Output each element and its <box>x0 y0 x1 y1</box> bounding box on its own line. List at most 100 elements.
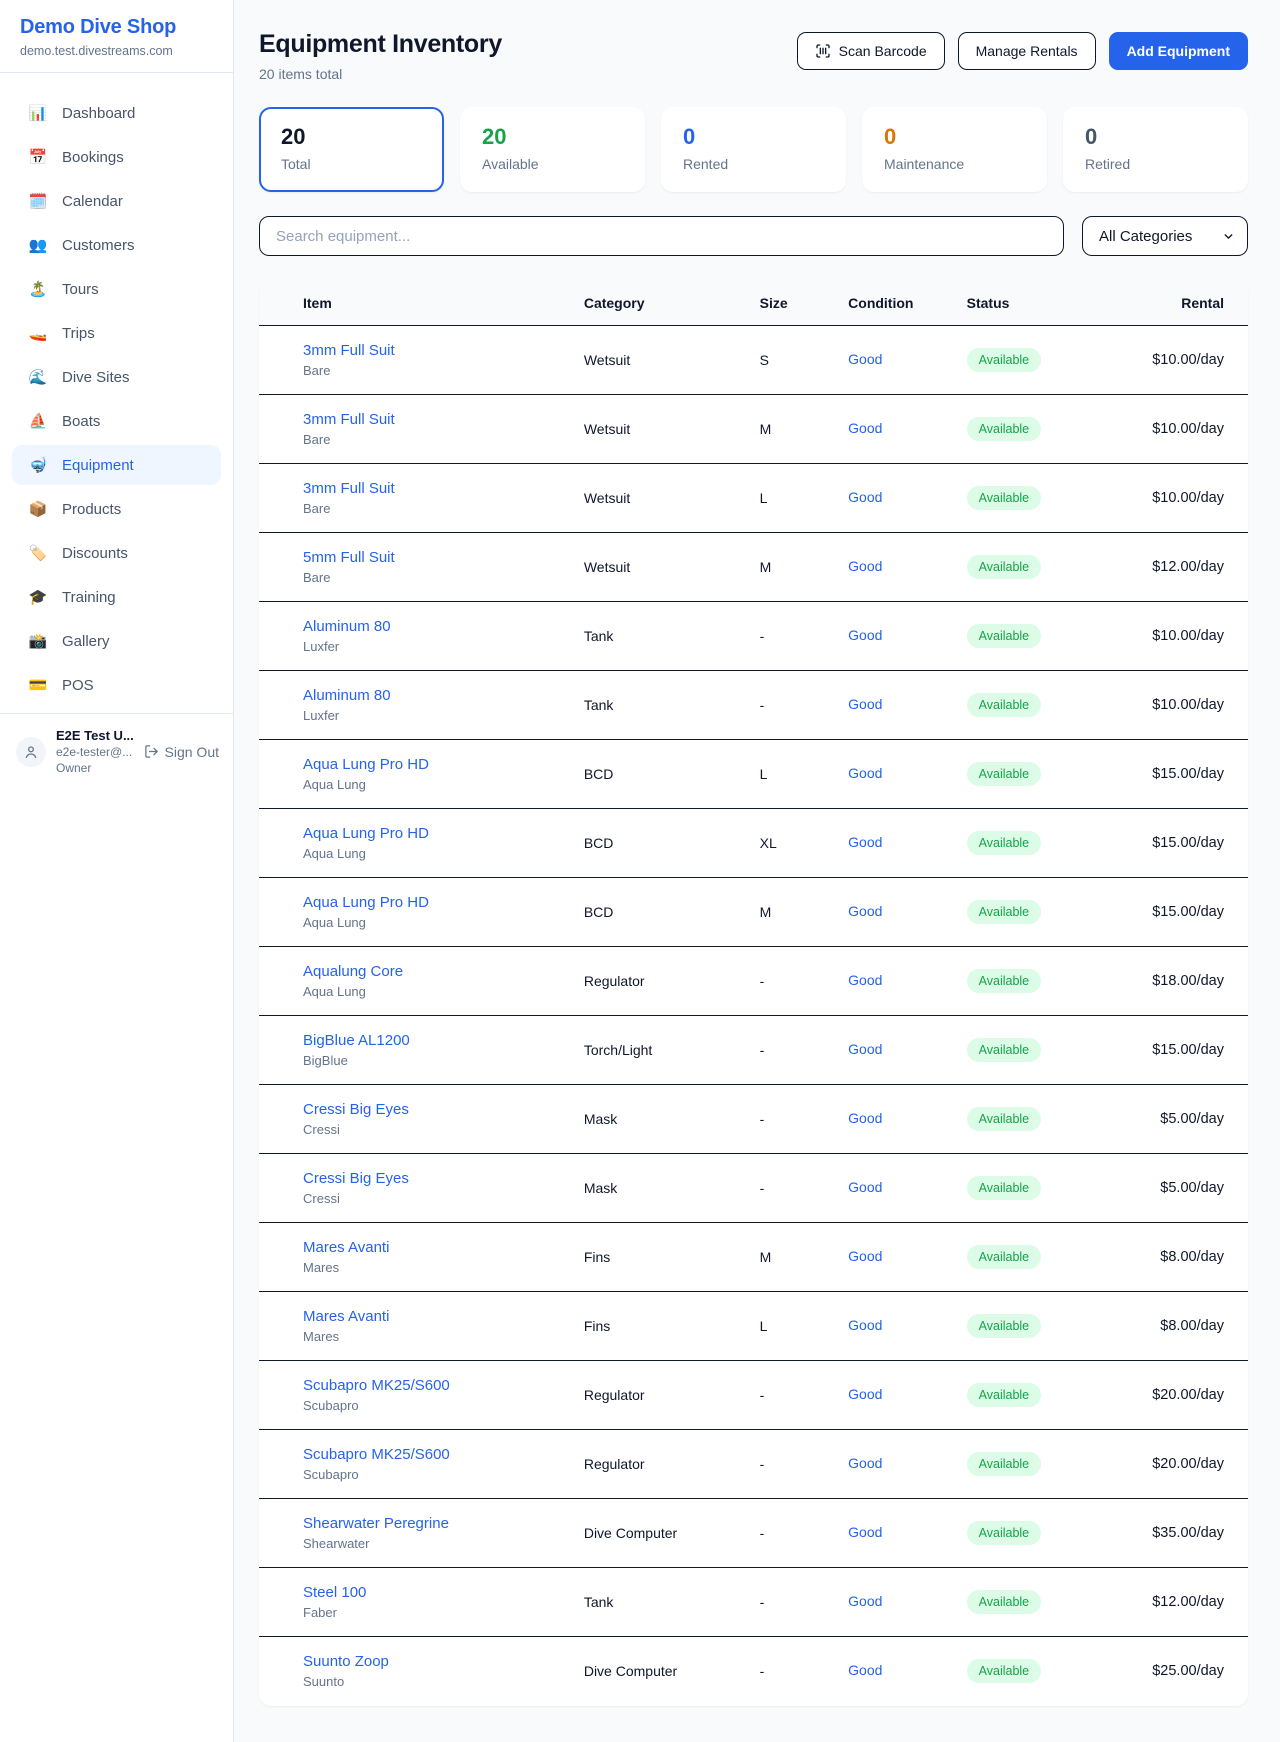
sidebar-item[interactable]: 📦 Products <box>12 489 221 529</box>
sidebar-item[interactable]: 📊 Dashboard <box>12 93 221 133</box>
size-cell: - <box>736 671 825 740</box>
equipment-item-link[interactable]: Aluminum 80 <box>303 687 536 704</box>
sidebar-item[interactable]: ⛵ Boats <box>12 401 221 441</box>
condition-link[interactable]: Good <box>848 1110 882 1126</box>
condition-link[interactable]: Good <box>848 1248 882 1264</box>
stat-card[interactable]: 0 Retired <box>1063 107 1248 192</box>
condition-link[interactable]: Good <box>848 1455 882 1471</box>
manage-rentals-button[interactable]: Manage Rentals <box>958 32 1096 70</box>
sidebar-item[interactable]: 🎓 Training <box>12 577 221 617</box>
condition-link[interactable]: Good <box>848 351 882 367</box>
search-input[interactable] <box>259 216 1064 256</box>
equipment-item-link[interactable]: Aqua Lung Pro HD <box>303 894 536 911</box>
stat-label: Total <box>281 156 422 172</box>
condition-link[interactable]: Good <box>848 1593 882 1609</box>
equipment-item-link[interactable]: Mares Avanti <box>303 1239 536 1256</box>
equipment-item-link[interactable]: BigBlue AL1200 <box>303 1032 536 1049</box>
sidebar-item[interactable]: 🏝️ Tours <box>12 269 221 309</box>
equipment-item-link[interactable]: Scubapro MK25/S600 <box>303 1377 536 1394</box>
stat-card[interactable]: 0 Rented <box>661 107 846 192</box>
logout-icon <box>144 744 159 759</box>
equipment-item-link[interactable]: 5mm Full Suit <box>303 549 536 566</box>
condition-link[interactable]: Good <box>848 489 882 505</box>
equipment-item-link[interactable]: Suunto Zoop <box>303 1653 536 1670</box>
category-cell: Wetsuit <box>560 533 736 602</box>
category-select[interactable]: All Categories <box>1082 216 1248 256</box>
size-cell: - <box>736 1637 825 1706</box>
condition-link[interactable]: Good <box>848 558 882 574</box>
sidebar-item[interactable]: 🚤 Trips <box>12 313 221 353</box>
condition-link[interactable]: Good <box>848 1524 882 1540</box>
sidebar-item[interactable]: 🌊 Dive Sites <box>12 357 221 397</box>
condition-link[interactable]: Good <box>848 420 882 436</box>
status-badge: Available <box>967 1038 1042 1062</box>
equipment-item-link[interactable]: Steel 100 <box>303 1584 536 1601</box>
equipment-item-link[interactable]: 3mm Full Suit <box>303 411 536 428</box>
sidebar-item[interactable]: 🏷️ Discounts <box>12 533 221 573</box>
equipment-brand: Luxfer <box>303 708 536 723</box>
equipment-item-link[interactable]: Mares Avanti <box>303 1308 536 1325</box>
equipment-item-link[interactable]: Shearwater Peregrine <box>303 1515 536 1532</box>
boats-sailboat-icon: ⛵ <box>28 412 48 430</box>
equipment-brand: Mares <box>303 1260 536 1275</box>
condition-link[interactable]: Good <box>848 1179 882 1195</box>
condition-link[interactable]: Good <box>848 1317 882 1333</box>
calendar-icon: 🗓️ <box>28 192 48 210</box>
equipment-item-link[interactable]: Scubapro MK25/S600 <box>303 1446 536 1463</box>
stat-value: 20 <box>482 125 623 149</box>
status-badge: Available <box>967 624 1042 648</box>
condition-link[interactable]: Good <box>848 1041 882 1057</box>
sidebar-item[interactable]: 📸 Gallery <box>12 621 221 661</box>
header-actions: Scan Barcode Manage Rentals Add Equipmen… <box>797 30 1248 70</box>
sign-out-button[interactable]: Sign Out <box>144 744 219 760</box>
status-badge: Available <box>967 1314 1042 1338</box>
category-cell: BCD <box>560 740 736 809</box>
condition-link[interactable]: Good <box>848 972 882 988</box>
equipment-item-link[interactable]: Cressi Big Eyes <box>303 1170 536 1187</box>
category-cell: Torch/Light <box>560 1016 736 1085</box>
condition-link[interactable]: Good <box>848 1662 882 1678</box>
table-row: Aqua Lung Pro HD Aqua Lung BCD XL Good A… <box>259 809 1248 878</box>
stats-row: 20 Total 20 Available 0 Rented 0 Mainten… <box>259 107 1248 192</box>
equipment-item-link[interactable]: 3mm Full Suit <box>303 342 536 359</box>
sidebar-item[interactable]: 💳 POS <box>12 665 221 705</box>
equipment-item-link[interactable]: Aqualung Core <box>303 963 536 980</box>
condition-link[interactable]: Good <box>848 834 882 850</box>
sidebar-item[interactable]: 🗓️ Calendar <box>12 181 221 221</box>
stat-card[interactable]: 20 Total <box>259 107 444 192</box>
add-equipment-button[interactable]: Add Equipment <box>1109 32 1248 70</box>
stat-card[interactable]: 0 Maintenance <box>862 107 1047 192</box>
scan-barcode-button[interactable]: Scan Barcode <box>797 32 945 70</box>
category-cell: Wetsuit <box>560 395 736 464</box>
rental-price: $20.00/day <box>1128 1430 1248 1499</box>
condition-link[interactable]: Good <box>848 903 882 919</box>
condition-link[interactable]: Good <box>848 1386 882 1402</box>
equipment-item-link[interactable]: Aqua Lung Pro HD <box>303 756 536 773</box>
equipment-item-link[interactable]: Aluminum 80 <box>303 618 536 635</box>
stat-card[interactable]: 20 Available <box>460 107 645 192</box>
column-header-category: Category <box>560 281 736 326</box>
sidebar-item[interactable]: 📅 Bookings <box>12 137 221 177</box>
equipment-item-link[interactable]: Cressi Big Eyes <box>303 1101 536 1118</box>
equipment-item-link[interactable]: 3mm Full Suit <box>303 480 536 497</box>
size-cell: - <box>736 1016 825 1085</box>
table-row: Steel 100 Faber Tank - Good Available $1… <box>259 1568 1248 1637</box>
table-row: 3mm Full Suit Bare Wetsuit S Good Availa… <box>259 326 1248 395</box>
main-content: Equipment Inventory 20 items total Scan … <box>234 0 1280 1706</box>
condition-link[interactable]: Good <box>848 765 882 781</box>
equipment-item-link[interactable]: Aqua Lung Pro HD <box>303 825 536 842</box>
page-title: Equipment Inventory <box>259 30 502 59</box>
condition-link[interactable]: Good <box>848 627 882 643</box>
scan-barcode-label: Scan Barcode <box>839 43 927 59</box>
sidebar-item[interactable]: 👥 Customers <box>12 225 221 265</box>
category-cell: Regulator <box>560 1430 736 1499</box>
sidebar-item[interactable]: 🤿 Equipment <box>12 445 221 485</box>
category-selected-value: All Categories <box>1099 228 1192 245</box>
customers-people-icon: 👥 <box>28 236 48 254</box>
status-badge: Available <box>967 1521 1042 1545</box>
equipment-brand: Shearwater <box>303 1536 536 1551</box>
table-row: 5mm Full Suit Bare Wetsuit M Good Availa… <box>259 533 1248 602</box>
condition-link[interactable]: Good <box>848 696 882 712</box>
chevron-down-icon <box>1222 230 1235 243</box>
size-cell: L <box>736 464 825 533</box>
